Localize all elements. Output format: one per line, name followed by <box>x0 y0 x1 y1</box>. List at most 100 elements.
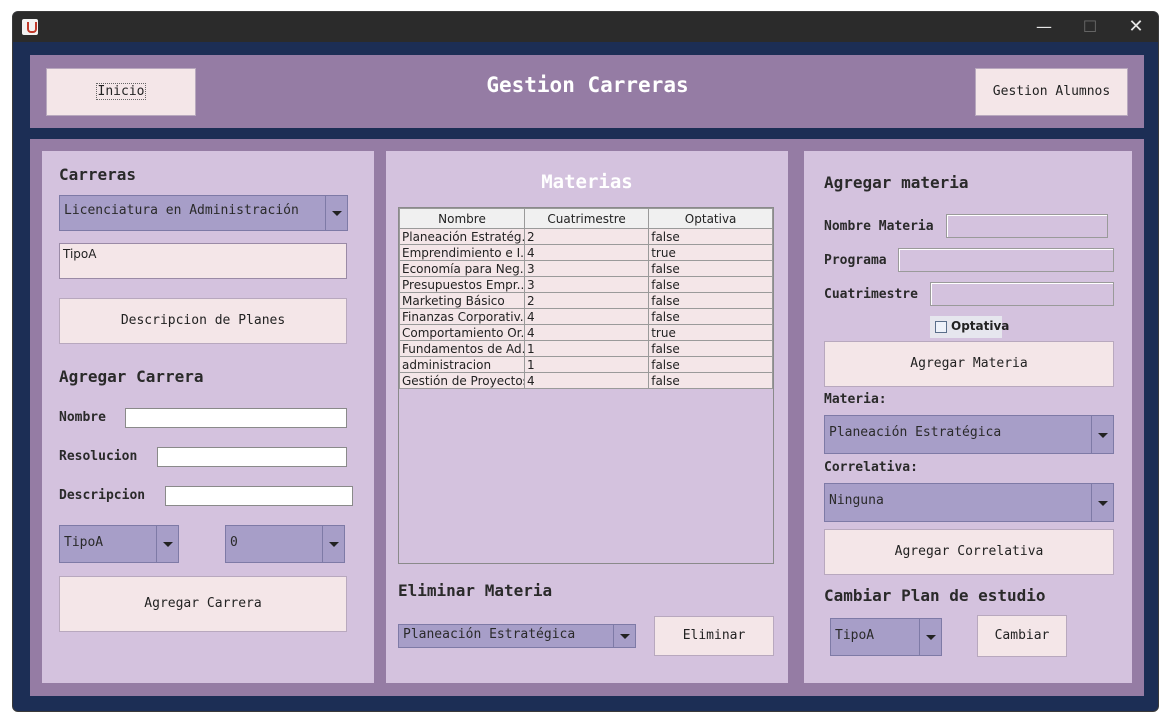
numero-select[interactable]: 0 <box>225 525 345 563</box>
app-window: — ☐ ✕ Inicio Gestion Carreras Gestion Al… <box>12 11 1159 712</box>
tipo-text-area[interactable]: TipoA <box>59 243 347 279</box>
java-icon <box>22 19 38 35</box>
cell-nombre: Comportamiento Or... <box>399 324 525 341</box>
cell-nombre: Fundamentos de Ad... <box>399 340 525 357</box>
cell-optativa: false <box>648 340 773 357</box>
gestion-alumnos-button[interactable]: Gestion Alumnos <box>975 68 1128 116</box>
agregar-materia-heading: Agregar materia <box>824 173 969 192</box>
materias-table-container[interactable]: Nombre Cuatrimestre Optativa Planeación … <box>398 207 774 564</box>
cell-cuatrimestre: 4 <box>523 308 650 325</box>
optativa-label: Optativa <box>951 319 1010 333</box>
agregar-materia-button[interactable]: Agregar Materia <box>824 341 1114 387</box>
checkbox-box[interactable] <box>935 321 947 333</box>
plan-select[interactable]: TipoA <box>830 618 942 656</box>
tipo-select[interactable]: TipoA <box>59 525 179 563</box>
carrera-select[interactable]: Licenciatura en Administración <box>59 195 348 231</box>
materias-heading: Materias <box>541 171 633 193</box>
header-bar: Inicio Gestion Carreras Gestion Alumnos <box>30 55 1144 128</box>
close-button[interactable]: ✕ <box>1113 12 1158 42</box>
correlativa-select[interactable]: Ninguna <box>824 483 1114 522</box>
cell-cuatrimestre: 1 <box>523 356 650 373</box>
eliminar-select-value: Planeación Estratégica <box>403 627 576 642</box>
cell-nombre: Presupuestos Empr... <box>399 276 525 293</box>
cell-optativa: true <box>648 324 773 341</box>
nombre-materia-input[interactable] <box>946 214 1108 238</box>
cuatrimestre-label: Cuatrimestre <box>824 287 918 302</box>
nombre-materia-label: Nombre Materia <box>824 219 934 234</box>
cell-cuatrimestre: 3 <box>523 276 650 293</box>
table-row[interactable]: Planeación Estratég... 2 false <box>399 228 773 245</box>
chevron-down-icon[interactable] <box>1091 484 1113 521</box>
column-header-cuatrimestre[interactable]: Cuatrimestre <box>523 208 650 229</box>
descripcion-label: Descripcion <box>59 488 146 503</box>
cell-cuatrimestre: 4 <box>523 244 650 261</box>
cell-nombre: Marketing Básico <box>399 292 525 309</box>
agregar-correlativa-button[interactable]: Agregar Correlativa <box>824 529 1114 575</box>
materia-select[interactable]: Planeación Estratégica <box>824 415 1114 454</box>
cell-optativa: true <box>648 244 773 261</box>
eliminar-materia-select[interactable]: Planeación Estratégica <box>398 624 636 648</box>
cell-nombre: Planeación Estratég... <box>399 228 525 245</box>
cell-cuatrimestre: 2 <box>523 228 650 245</box>
table-row[interactable]: Economía para Neg... 3 false <box>399 260 773 277</box>
cell-cuatrimestre: 4 <box>523 372 650 389</box>
materia-label: Materia: <box>824 392 887 407</box>
carrera-select-value: Licenciatura en Administración <box>64 203 299 218</box>
cell-optativa: false <box>648 308 773 325</box>
cell-optativa: false <box>648 356 773 373</box>
table-row[interactable]: administracion 1 false <box>399 356 773 373</box>
cell-cuatrimestre: 1 <box>523 340 650 357</box>
nombre-input[interactable] <box>125 408 347 428</box>
title-bar[interactable]: — ☐ ✕ <box>13 12 1158 42</box>
minimize-button[interactable]: — <box>1021 12 1067 42</box>
chevron-down-icon[interactable] <box>156 526 178 562</box>
table-row[interactable]: Comportamiento Or... 4 true <box>399 324 773 341</box>
chevron-down-icon[interactable] <box>1091 416 1113 453</box>
chevron-down-icon[interactable] <box>919 619 941 655</box>
table-row[interactable]: Finanzas Corporativ... 4 false <box>399 308 773 325</box>
cell-nombre: Finanzas Corporativ... <box>399 308 525 325</box>
table-header-row: Nombre Cuatrimestre Optativa <box>399 208 773 229</box>
cell-optativa: false <box>648 228 773 245</box>
cell-cuatrimestre: 2 <box>523 292 650 309</box>
cell-nombre: Economía para Neg... <box>399 260 525 277</box>
programa-input[interactable] <box>898 248 1114 272</box>
table-row[interactable]: Fundamentos de Ad... 1 false <box>399 340 773 357</box>
page-title: Gestion Carreras <box>486 73 689 97</box>
table-row[interactable]: Marketing Básico 2 false <box>399 292 773 309</box>
materia-select-value: Planeación Estratégica <box>829 425 1002 440</box>
column-header-nombre[interactable]: Nombre <box>399 208 525 229</box>
chevron-down-icon[interactable] <box>325 196 347 230</box>
plan-select-value: TipoA <box>835 628 875 643</box>
tipo-select-value: TipoA <box>64 535 104 550</box>
cell-cuatrimestre: 4 <box>523 324 650 341</box>
column-header-optativa[interactable]: Optativa <box>648 208 773 229</box>
descripcion-input[interactable] <box>165 486 353 506</box>
descripcion-planes-button[interactable]: Descripcion de Planes <box>59 298 347 344</box>
materias-panel: Materias Nombre Cuatrimestre Optativa Pl… <box>386 151 788 683</box>
maximize-button[interactable]: ☐ <box>1067 12 1113 42</box>
agregar-carrera-button[interactable]: Agregar Carrera <box>59 576 347 632</box>
materias-table: Nombre Cuatrimestre Optativa Planeación … <box>399 208 773 389</box>
table-row[interactable]: Presupuestos Empr... 3 false <box>399 276 773 293</box>
resolucion-input[interactable] <box>157 447 347 467</box>
programa-label: Programa <box>824 253 887 268</box>
eliminar-button[interactable]: Eliminar <box>654 616 774 656</box>
cuatrimestre-input[interactable] <box>930 282 1114 306</box>
eliminar-materia-heading: Eliminar Materia <box>398 581 553 600</box>
nombre-label: Nombre <box>59 410 106 425</box>
agregar-carrera-heading: Agregar Carrera <box>59 367 204 386</box>
optativa-checkbox[interactable]: Optativa <box>930 316 1009 338</box>
cell-optativa: false <box>648 276 773 293</box>
chevron-down-icon[interactable] <box>322 526 344 562</box>
table-row[interactable]: Gestión de Proyectos 4 false <box>399 372 773 389</box>
inicio-label: Inicio <box>95 83 147 100</box>
inicio-button[interactable]: Inicio <box>46 68 196 116</box>
agregar-materia-panel: Agregar materia Nombre Materia Programa … <box>804 151 1132 683</box>
cell-optativa: false <box>648 260 773 277</box>
chevron-down-icon[interactable] <box>613 625 635 647</box>
main-area: Carreras Licenciatura en Administración … <box>30 139 1144 696</box>
carreras-heading: Carreras <box>59 165 137 184</box>
table-row[interactable]: Emprendimiento e I... 4 true <box>399 244 773 261</box>
cambiar-button[interactable]: Cambiar <box>977 615 1067 657</box>
